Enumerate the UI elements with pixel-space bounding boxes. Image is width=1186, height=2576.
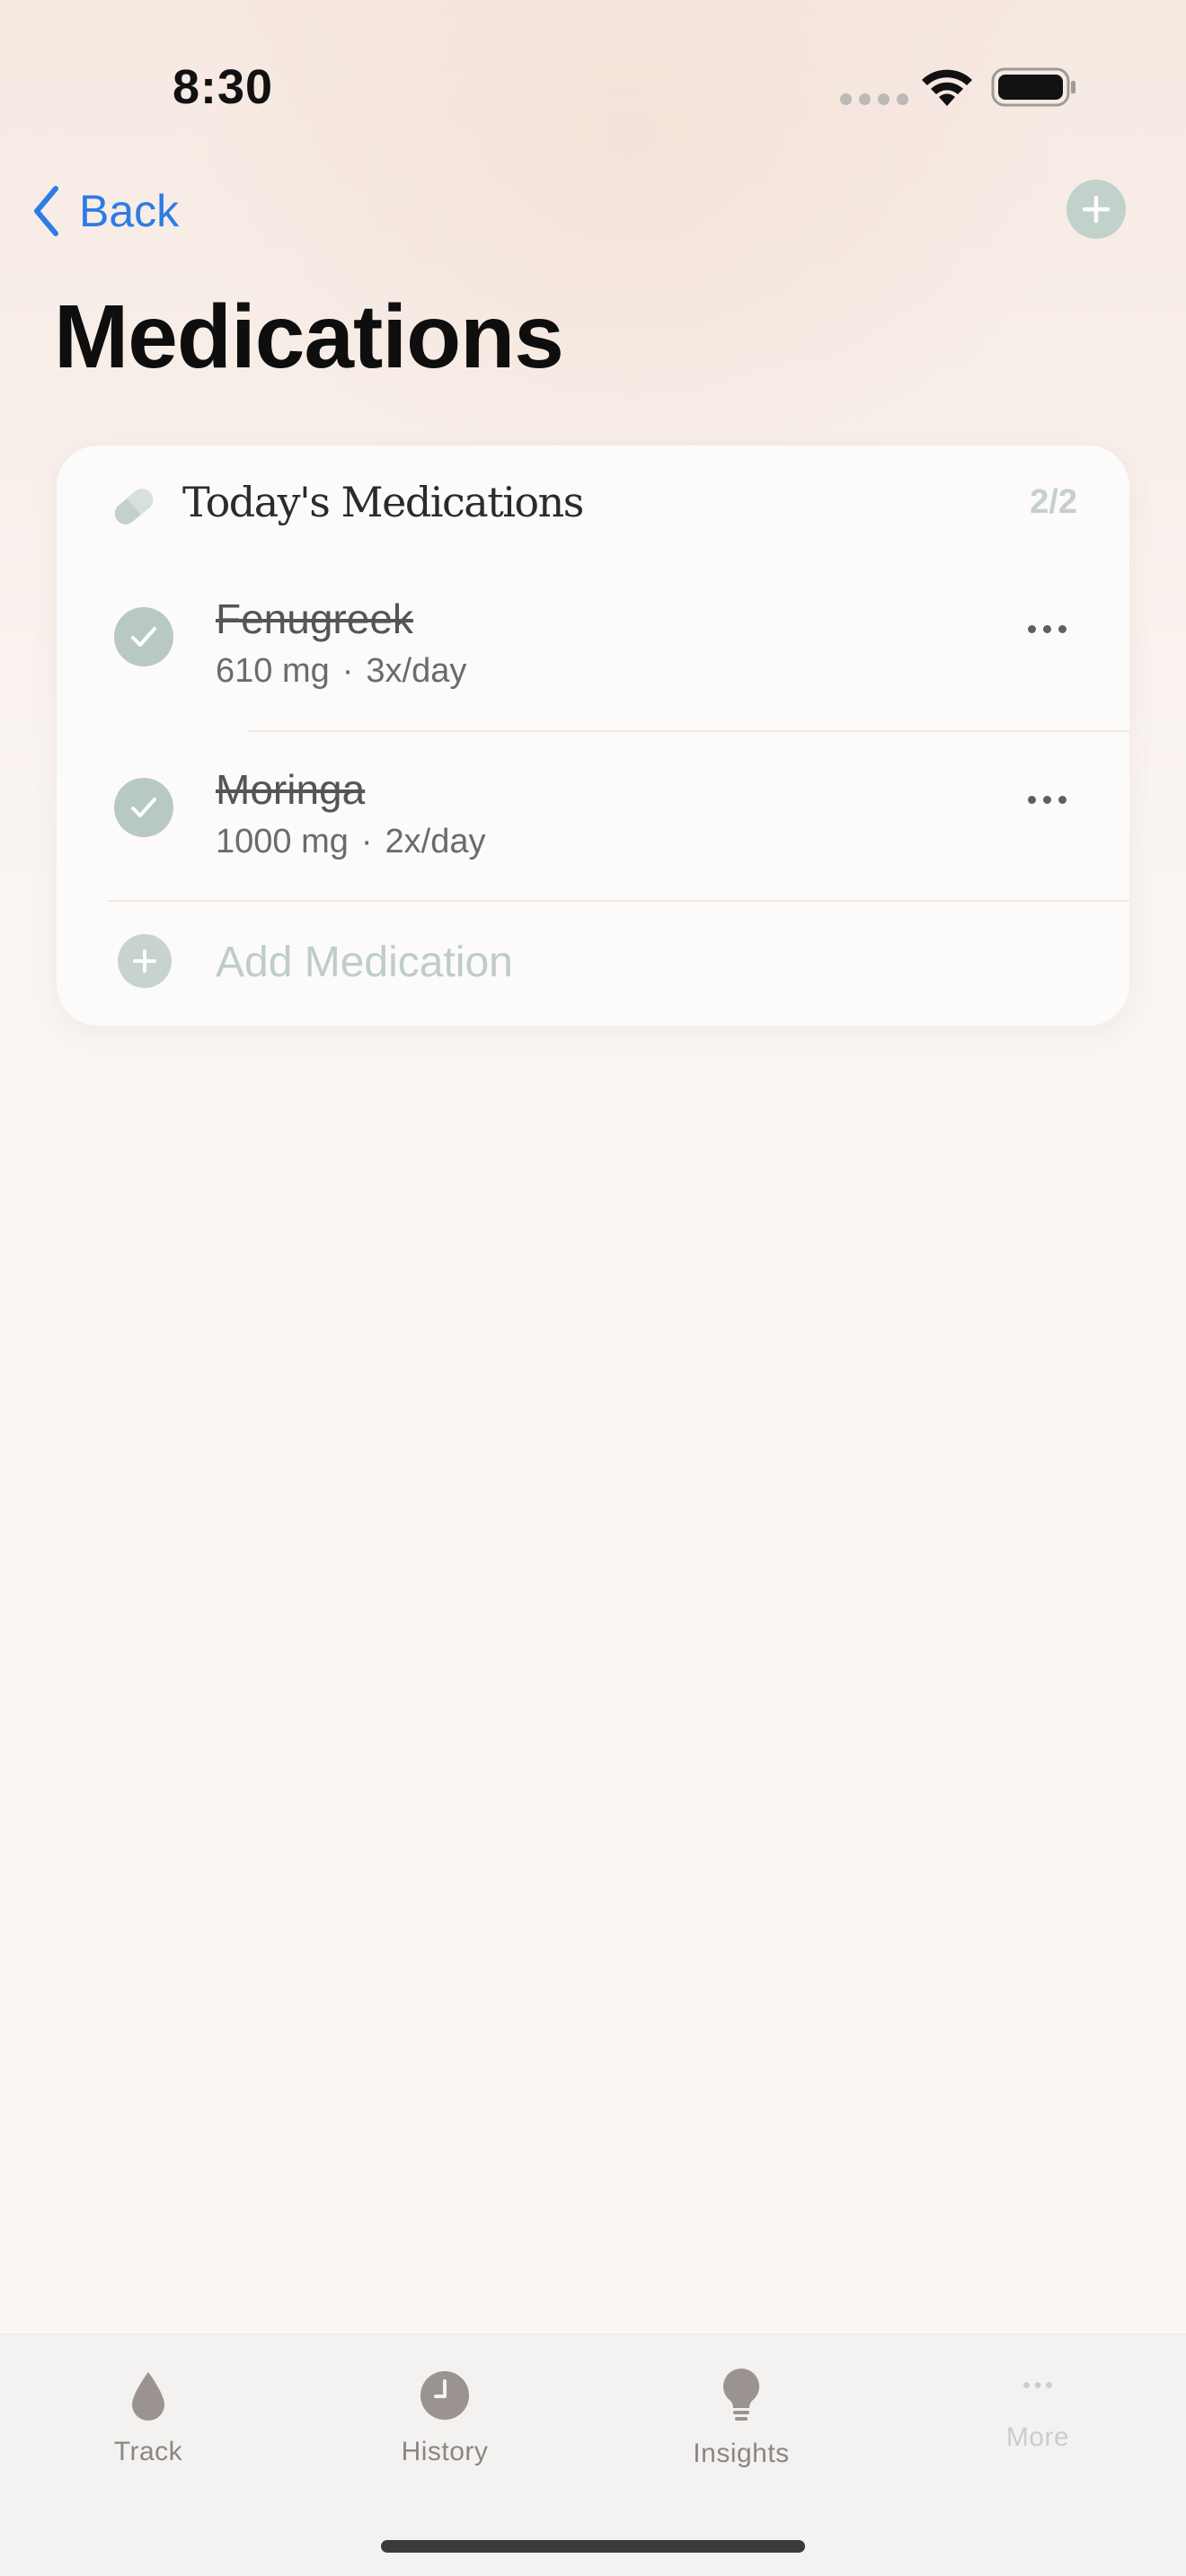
tab-label: Track [113, 2437, 183, 2466]
add-medication-button[interactable]: Add Medication [57, 902, 1129, 1026]
medication-dose: 1000 mg [216, 823, 349, 860]
wifi-icon [922, 69, 972, 106]
card-header: Today's Medications 2/2 [57, 446, 1129, 562]
medication-frequency: 2x/day [385, 823, 486, 860]
taken-check-button[interactable] [114, 778, 173, 837]
divider [248, 730, 1129, 732]
medication-row[interactable]: Fenugreek 610 mg · 3x/day [57, 562, 1129, 733]
add-medication-label: Add Medication [216, 939, 513, 986]
tab-more[interactable]: More [890, 2334, 1186, 2514]
card-title: Today's Medications [182, 478, 584, 526]
detail-separator: · [341, 652, 354, 690]
chevron-left-icon [34, 186, 58, 236]
more-options-icon[interactable] [1028, 625, 1067, 633]
plus-icon [1082, 195, 1111, 224]
lightbulb-icon [723, 2369, 759, 2421]
medication-row[interactable]: Moringa 1000 mg · 2x/day [57, 733, 1129, 904]
status-time: 8:30 [173, 60, 274, 114]
tab-insights[interactable]: Insights [593, 2334, 890, 2514]
checkmark-icon [131, 798, 156, 817]
tab-label: Insights [693, 2439, 790, 2468]
taken-check-button[interactable] [114, 607, 173, 666]
taken-count: 2/2 [1030, 483, 1077, 521]
battery-icon [991, 67, 1075, 107]
medication-name: Fenugreek [216, 595, 413, 642]
add-medication-top-button[interactable] [1067, 180, 1126, 239]
checkmark-icon [131, 627, 156, 647]
clock-icon [420, 2371, 469, 2420]
pill-icon [114, 489, 154, 525]
tab-label: History [401, 2437, 489, 2466]
home-indicator [381, 2540, 805, 2553]
back-button[interactable]: Back [32, 180, 179, 243]
back-label: Back [79, 186, 180, 236]
cellular-signal-icon [840, 93, 908, 105]
more-options-icon[interactable] [1028, 796, 1067, 804]
page-title: Medications [54, 287, 564, 387]
todays-medications-card: Today's Medications 2/2 Fenugreek 610 mg… [57, 446, 1129, 1026]
tab-history[interactable]: History [296, 2334, 593, 2514]
medication-dose: 610 mg [216, 652, 330, 690]
medication-detail: 610 mg · 3x/day [216, 652, 466, 691]
medication-detail: 1000 mg · 2x/day [216, 823, 486, 861]
detail-separator: · [360, 823, 373, 860]
tab-track[interactable]: Track [0, 2334, 296, 2514]
ellipsis-icon [1023, 2382, 1052, 2388]
status-bar: 8:30 [0, 0, 1186, 171]
tab-label: More [1005, 2422, 1070, 2452]
medication-frequency: 3x/day [366, 652, 467, 690]
drop-icon [132, 2372, 164, 2421]
medication-name: Moringa [216, 766, 366, 813]
plus-circle-icon [118, 934, 172, 988]
